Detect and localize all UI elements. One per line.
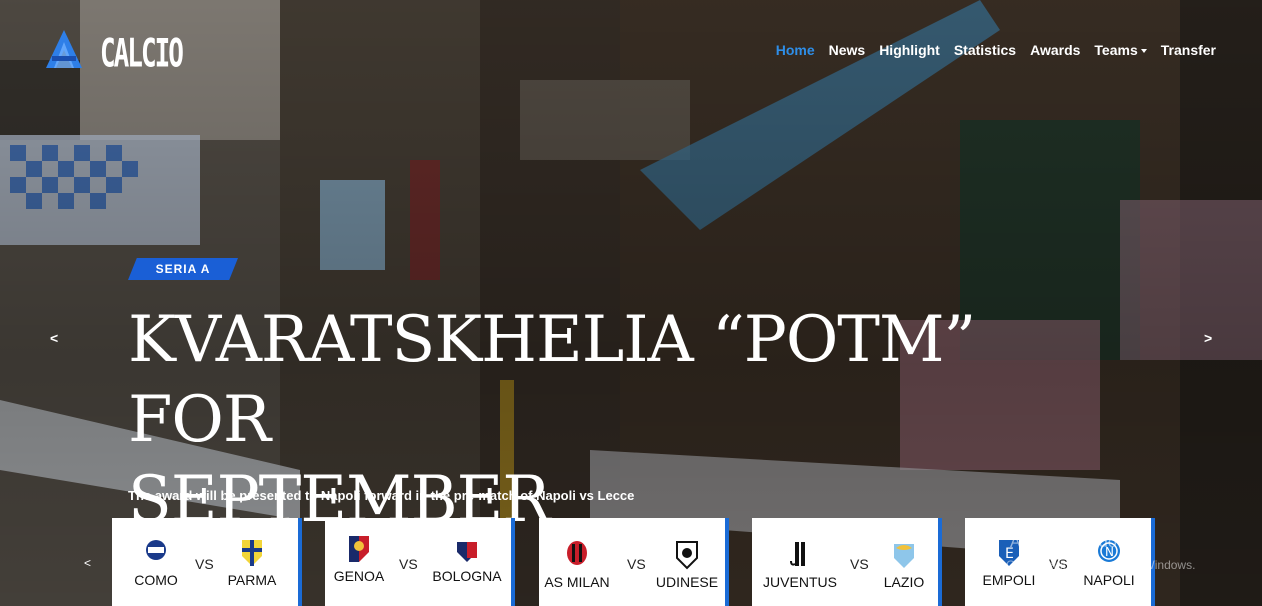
away-team-name: UDINESE	[655, 574, 719, 590]
brand-name[interactable]: CALCIO	[100, 32, 184, 77]
lazio-crest-icon	[894, 544, 914, 568]
nav-statistics[interactable]: Statistics	[954, 42, 1016, 58]
away-team-name: PARMA	[227, 572, 277, 588]
away-team-name: BOLOGNA	[432, 568, 502, 584]
home-team: COMO	[116, 538, 196, 588]
headline-subtitle: The award will be presented to Napoli fo…	[128, 488, 635, 503]
udinese-crest-icon	[676, 541, 698, 570]
headline[interactable]: KVARATSKHELIA “POTM” FOR SEPTEMBER	[128, 300, 1028, 540]
away-team: UDINESE	[647, 540, 727, 590]
nav-teams-label: Teams	[1094, 42, 1138, 58]
vs-label: VS	[195, 556, 214, 572]
parma-crest-icon	[242, 540, 262, 566]
category-badge: SERIA A	[128, 258, 238, 280]
away-team: BOLOGNA	[427, 534, 507, 584]
fixture-card[interactable]: GENOA VS BOLOGNA	[325, 518, 515, 606]
fixture-card[interactable]: COMO VS PARMA	[112, 518, 302, 606]
activate-windows-title: Activate Windows	[1010, 534, 1137, 551]
home-team-name: JUVENTUS	[763, 574, 837, 590]
home-team: JUVENTUS	[760, 540, 840, 590]
nav-transfer[interactable]: Transfer	[1161, 42, 1216, 58]
home-team-name: COMO	[134, 572, 178, 588]
away-team-name: LAZIO	[883, 574, 925, 590]
away-team: LAZIO	[864, 540, 944, 590]
home-team: AS MILAN	[537, 540, 617, 590]
home-team-name: GENOA	[333, 568, 385, 584]
caret-down-icon	[1140, 49, 1147, 54]
bologna-crest-icon	[457, 536, 477, 562]
nav-home[interactable]: Home	[776, 42, 815, 58]
away-team: PARMA	[212, 538, 292, 588]
activate-windows-subtitle: Go to Settings to activate Windows.	[1006, 558, 1196, 572]
calcio-a-logo-icon[interactable]	[44, 28, 84, 72]
fixture-card[interactable]: AS MILAN VS UDINESE	[539, 518, 729, 606]
away-team-name: NAPOLI	[1083, 572, 1135, 588]
genoa-crest-icon	[349, 536, 369, 562]
home-team-name: AS MILAN	[544, 574, 610, 590]
nav-awards[interactable]: Awards	[1030, 42, 1080, 58]
ac-milan-crest-icon	[567, 541, 587, 565]
nav-highlight[interactable]: Highlight	[879, 42, 940, 58]
home-team: GENOA	[319, 534, 399, 584]
home-team-name: EMPOLI	[982, 572, 1036, 588]
vs-label: VS	[399, 556, 418, 572]
fixture-card[interactable]: JUVENTUS VS LAZIO	[752, 518, 942, 606]
headline-line-1: KVARATSKHELIA “POTM” FOR	[128, 303, 976, 457]
juventus-crest-icon	[790, 542, 805, 566]
nav-news[interactable]: News	[829, 42, 866, 58]
como-crest-icon	[146, 540, 166, 560]
carousel-prev-button[interactable]: <	[50, 330, 58, 346]
nav-teams-dropdown[interactable]: Teams	[1094, 42, 1147, 58]
vs-label: VS	[627, 556, 646, 572]
main-nav: Home News Highlight Statistics Awards Te…	[776, 42, 1216, 58]
fixtures-prev-button[interactable]: <	[84, 556, 91, 570]
carousel-next-button[interactable]: >	[1204, 330, 1212, 346]
